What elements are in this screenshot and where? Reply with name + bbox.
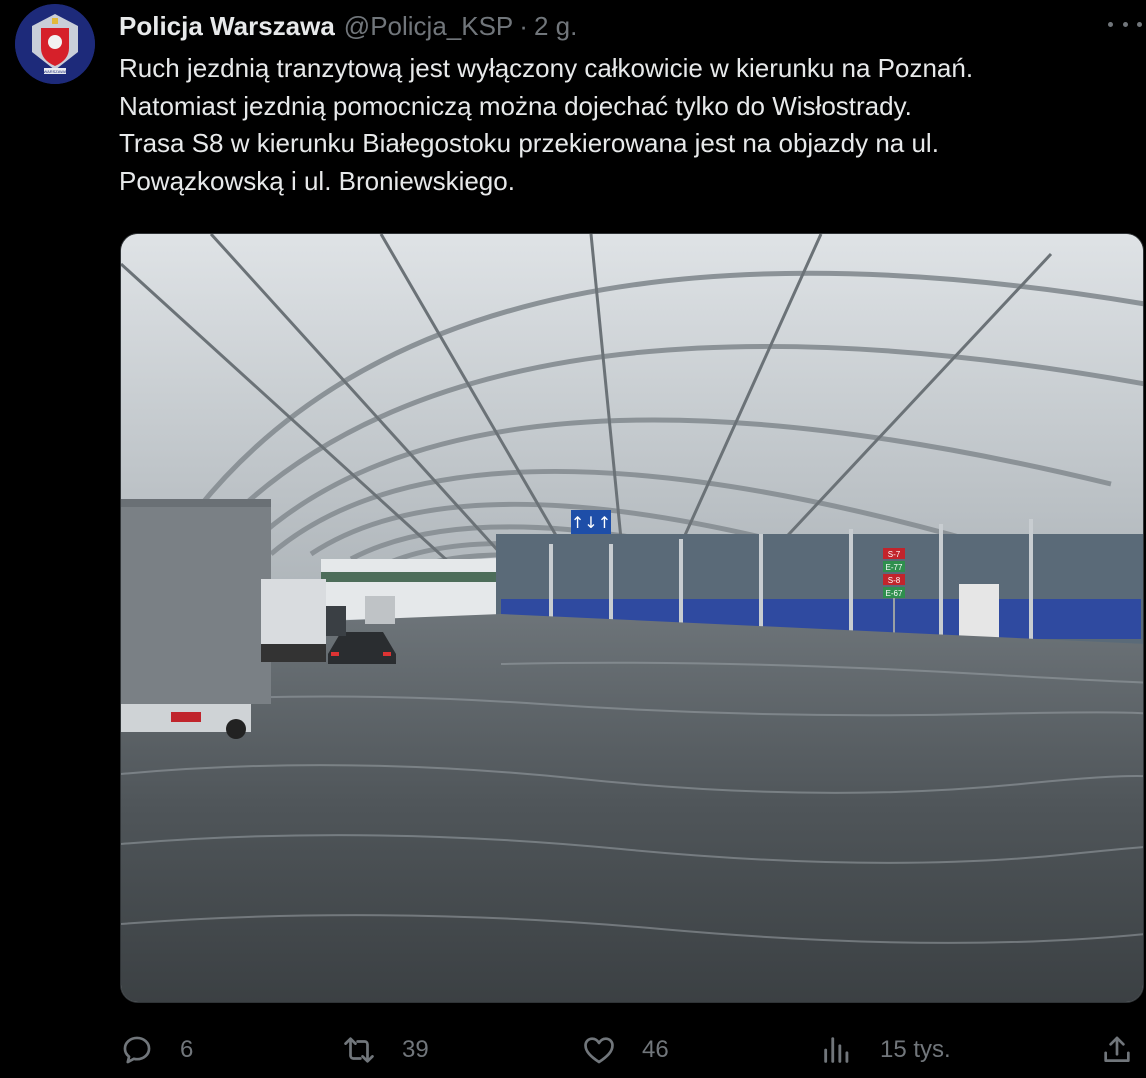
retweet-icon [344, 1037, 374, 1063]
road-sign: E-77 [886, 563, 903, 572]
tweet-text: Ruch jezdnią tranzytową jest wyłączony c… [119, 50, 1139, 200]
views-button[interactable]: 15 tys. [820, 1028, 951, 1072]
heart-icon [584, 1037, 614, 1064]
like-count: 46 [642, 1036, 669, 1063]
road-sign: S-7 [888, 550, 901, 559]
action-bar: 6 39 46 15 tys. [0, 1028, 1146, 1072]
overhead-sign: ↑↓↑ [571, 510, 611, 534]
like-button[interactable]: 46 [582, 1028, 669, 1072]
police-badge-icon: WARSZAWA [15, 4, 95, 84]
tweet-text-line: Trasa S8 w kierunku Białegostoku przekie… [119, 128, 939, 158]
share-button[interactable] [1100, 1028, 1134, 1072]
more-icon[interactable] [1108, 14, 1142, 34]
tweet-time[interactable]: 2 g. [534, 11, 577, 42]
views-icon [824, 1037, 849, 1063]
tweet-text-line: Powązkowską i ul. Broniewskiego. [119, 165, 515, 196]
reply-icon [123, 1036, 151, 1064]
road-sign: S-8 [888, 576, 901, 585]
views-count: 15 tys. [880, 1036, 951, 1063]
road-sign: E-67 [886, 589, 903, 598]
tweet-text-line: Natomiast jezdnią pomocniczą można dojec… [119, 90, 912, 121]
separator-dot: · [519, 10, 528, 41]
reply-button[interactable]: 6 [120, 1028, 193, 1072]
tweet-text-line: Ruch jezdnią tranzytową jest wyłączony c… [119, 53, 974, 83]
tweet-photo[interactable]: ↑↓↑ S-7 E-77 S-8 E-67 [120, 233, 1144, 1003]
avatar-caption: WARSZAWA [43, 69, 66, 74]
reply-count: 6 [180, 1036, 194, 1063]
flooded-tunnel-photo: ↑↓↑ S-7 E-77 S-8 E-67 [121, 234, 1143, 1002]
avatar[interactable]: WARSZAWA [15, 4, 95, 84]
author-name[interactable]: Policja Warszawa [119, 11, 335, 42]
retweet-count: 39 [402, 1036, 429, 1063]
tweet[interactable]: WARSZAWA Policja Warszawa @Policja_KSP ·… [0, 0, 1146, 1078]
share-icon [1104, 1036, 1130, 1062]
tweet-header: Policja Warszawa @Policja_KSP · 2 g. [119, 8, 577, 44]
overhead-sign-text: ↑↓↑ [571, 513, 611, 532]
author-handle[interactable]: @Policja_KSP [344, 11, 513, 42]
retweet-button[interactable]: 39 [342, 1028, 429, 1072]
